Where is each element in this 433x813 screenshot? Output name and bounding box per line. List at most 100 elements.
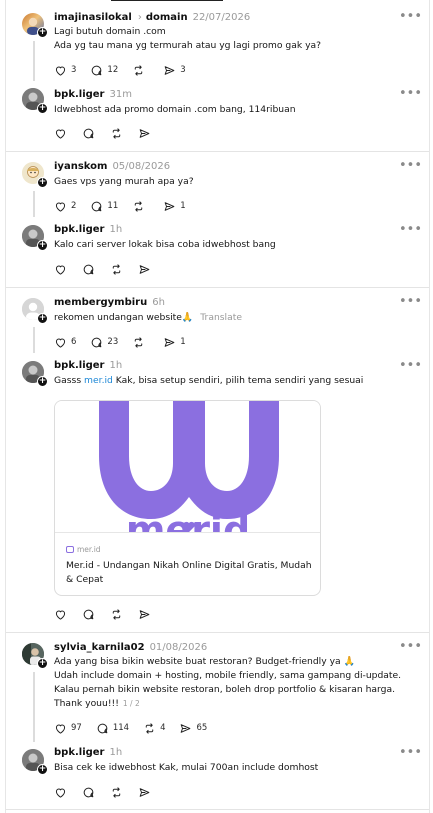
like-count: 97: [71, 723, 82, 733]
follow-plus-icon[interactable]: +: [37, 177, 48, 188]
username[interactable]: membergymbiru: [54, 297, 147, 308]
follow-plus-icon[interactable]: +: [37, 764, 48, 775]
more-dots-icon[interactable]: •••: [399, 223, 422, 236]
chevron-right-icon: ›: [137, 11, 142, 23]
follow-plus-icon[interactable]: +: [37, 658, 48, 669]
repost-arrows-icon: [110, 263, 123, 276]
like-button[interactable]: [54, 263, 67, 276]
heart-icon: [54, 722, 67, 735]
repost-button[interactable]: [110, 786, 123, 799]
follow-plus-icon[interactable]: +: [37, 103, 48, 114]
reply-actions: [54, 125, 166, 141]
repost-button[interactable]: [132, 200, 149, 213]
post-time: 1h: [109, 746, 123, 758]
username[interactable]: bpk.liger: [54, 224, 105, 235]
more-dots-icon[interactable]: •••: [399, 295, 422, 308]
follow-plus-icon[interactable]: +: [37, 240, 48, 251]
repost-arrows-icon: [110, 127, 123, 140]
reply-text-part: Gasss: [54, 375, 85, 386]
post-text-line: Thank youu!!!: [54, 698, 119, 709]
divider: [6, 632, 429, 633]
username[interactable]: bpk.liger: [54, 747, 105, 758]
comment-button[interactable]: [82, 786, 95, 799]
feed: + imajinasilokal › domain 22/07/2026 •••…: [5, 0, 430, 813]
reply-header: bpk.liger 31m: [54, 87, 132, 101]
site-favicon-icon: [66, 546, 74, 553]
reply-text: Gasss mer.id Kak, bisa setup sendiri, pi…: [54, 374, 414, 388]
like-button[interactable]: 2: [54, 200, 76, 213]
repost-button[interactable]: 4: [143, 722, 165, 735]
reply-text-part: Kak, bisa setup sendiri, pilih tema send…: [112, 375, 364, 386]
share-button[interactable]: 1: [163, 200, 186, 213]
link-preview-image: merid: [55, 401, 320, 533]
share-button[interactable]: 3: [163, 64, 186, 77]
mer-id-logo-text: merid: [126, 508, 250, 533]
like-button[interactable]: 97: [54, 722, 82, 735]
username[interactable]: iyanskom: [54, 161, 107, 172]
page-indicator: 1 / 2: [122, 699, 140, 708]
post-actions: 2 11 1: [54, 198, 200, 214]
reply-link[interactable]: mer.id: [84, 375, 113, 386]
share-button[interactable]: [138, 608, 151, 621]
comment-bubble-icon: [96, 722, 109, 735]
repost-button[interactable]: [110, 127, 123, 140]
comment-button[interactable]: [82, 608, 95, 621]
comment-button[interactable]: 11: [90, 200, 118, 213]
repost-arrows-icon: [132, 64, 145, 77]
post-time: 05/08/2026: [112, 160, 171, 172]
reply-header: bpk.liger 1h: [54, 222, 122, 236]
divider: [6, 287, 429, 288]
share-button[interactable]: [138, 263, 151, 276]
like-button[interactable]: 3: [54, 64, 76, 77]
follow-plus-icon[interactable]: +: [37, 313, 48, 324]
more-dots-icon[interactable]: •••: [399, 640, 422, 653]
follow-plus-icon[interactable]: +: [37, 27, 48, 38]
repost-button[interactable]: [110, 263, 123, 276]
more-dots-icon[interactable]: •••: [399, 10, 422, 23]
community-name[interactable]: domain: [146, 12, 188, 23]
heart-icon: [54, 64, 67, 77]
post-text-line: Ada yang bisa bikin website buat restora…: [54, 656, 356, 667]
username[interactable]: bpk.liger: [54, 360, 105, 371]
comment-button[interactable]: [82, 263, 95, 276]
comment-button[interactable]: [82, 127, 95, 140]
username[interactable]: imajinasilokal: [54, 12, 132, 23]
send-paper-plane-icon: [163, 64, 176, 77]
post-time: 01/08/2026: [149, 641, 208, 653]
share-button[interactable]: 65: [179, 722, 207, 735]
like-button[interactable]: [54, 786, 67, 799]
comment-button[interactable]: 23: [90, 336, 118, 349]
username[interactable]: sylvia_karnila02: [54, 642, 145, 653]
repost-button[interactable]: [132, 336, 149, 349]
share-button[interactable]: [138, 786, 151, 799]
divider: [6, 151, 429, 152]
heart-icon: [54, 263, 67, 276]
heart-icon: [54, 127, 67, 140]
link-title: Mer.id - Undangan Nikah Online Digital G…: [66, 560, 312, 585]
repost-button[interactable]: [110, 608, 123, 621]
share-button[interactable]: 1: [163, 336, 186, 349]
send-paper-plane-icon: [138, 127, 151, 140]
post-header: membergymbiru 6h: [54, 295, 165, 309]
follow-plus-icon[interactable]: +: [37, 376, 48, 387]
more-dots-icon[interactable]: •••: [399, 359, 422, 372]
repost-button[interactable]: [132, 64, 149, 77]
post-actions: 6 23 1: [54, 334, 200, 350]
comment-button[interactable]: 114: [96, 722, 129, 735]
like-button[interactable]: [54, 608, 67, 621]
send-paper-plane-icon: [138, 786, 151, 799]
more-dots-icon[interactable]: •••: [399, 746, 422, 759]
like-count: 2: [71, 201, 77, 211]
comment-button[interactable]: 12: [90, 64, 118, 77]
link-preview-card[interactable]: merid mer.id Mer.id - Undangan Nikah Onl…: [54, 400, 321, 596]
post-text-line: Kalau pernah bikin website restoran, bol…: [54, 684, 396, 695]
send-paper-plane-icon: [163, 200, 176, 213]
more-dots-icon[interactable]: •••: [399, 87, 422, 100]
post-text: Gaes vps yang murah apa ya?: [54, 176, 194, 187]
like-button[interactable]: 6: [54, 336, 76, 349]
more-dots-icon[interactable]: •••: [399, 159, 422, 172]
translate-link[interactable]: Translate: [200, 312, 242, 323]
share-button[interactable]: [138, 127, 151, 140]
like-button[interactable]: [54, 127, 67, 140]
username[interactable]: bpk.liger: [54, 89, 105, 100]
